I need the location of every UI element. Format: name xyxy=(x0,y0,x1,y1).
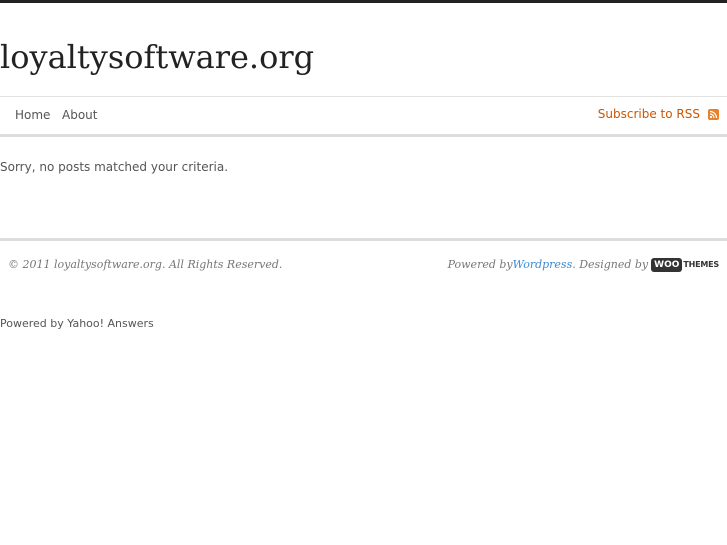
nav-item-home[interactable]: Home xyxy=(15,107,50,123)
woothemes-logo-themes: THEMES xyxy=(683,260,719,269)
no-posts-message: Sorry, no posts matched your criteria. xyxy=(0,160,229,174)
subscribe-rss-link[interactable]: Subscribe to RSS xyxy=(598,106,700,122)
site-footer: © 2011 loyaltysoftware.org. All Rights R… xyxy=(0,238,727,281)
powered-by-yahoo-answers: Powered by Yahoo! Answers xyxy=(0,317,154,330)
nav-item-about[interactable]: About xyxy=(62,107,97,123)
top-border xyxy=(0,0,727,3)
wordpress-link[interactable]: Wordpress xyxy=(513,258,573,272)
woothemes-logo[interactable]: WOO THEMES xyxy=(651,258,719,272)
powered-by-prefix: Powered by xyxy=(447,258,513,271)
main-nav: Home About Subscribe to RSS xyxy=(0,96,727,137)
designed-by-text: . Designed by xyxy=(572,258,649,271)
site-title[interactable]: loyaltysoftware.org xyxy=(0,37,314,77)
copyright-text: © 2011 loyaltysoftware.org. All Rights R… xyxy=(8,258,283,271)
rss-icon[interactable] xyxy=(708,109,719,120)
woothemes-logo-woo: WOO xyxy=(651,258,683,272)
footer-credits: Powered by Wordpress . Designed by WOO T… xyxy=(448,256,719,274)
